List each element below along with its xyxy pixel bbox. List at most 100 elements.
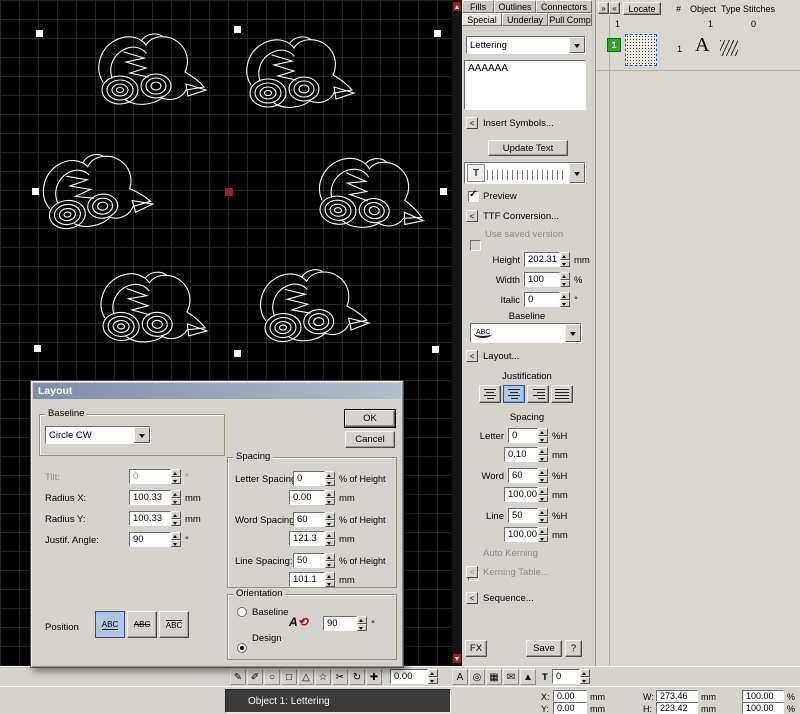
baseline-select[interactable]: ABC	[470, 323, 582, 343]
height-input[interactable]: 202.31	[524, 252, 560, 267]
dialog-title-bar[interactable]: Layout	[33, 383, 401, 399]
stitch-type-icon[interactable]	[720, 40, 738, 56]
fx-button[interactable]: FX	[465, 640, 487, 657]
lettering-object-icon[interactable]: A	[695, 34, 709, 57]
word-mm-input[interactable]: 100.00	[504, 487, 538, 502]
selection-handles[interactable]	[32, 26, 447, 357]
justify-full-button[interactable]	[551, 385, 573, 403]
radius-y-input[interactable]: 100.33	[129, 511, 171, 526]
tab-pull-comp[interactable]: Pull Comp	[548, 13, 592, 26]
tilt-input[interactable]: 0	[129, 469, 171, 484]
italic-input[interactable]: 0	[524, 292, 560, 307]
baseline-type-select[interactable]: Circle CW	[45, 426, 151, 444]
line-percent-input[interactable]: 50	[508, 508, 538, 523]
preview-checkbox[interactable]	[468, 191, 479, 202]
grid-tool-icon[interactable]: ▦	[486, 669, 502, 685]
rotation-center-marker[interactable]	[225, 188, 233, 196]
star-tool-icon[interactable]: ☆	[315, 669, 331, 685]
letter-percent-input[interactable]: 0	[508, 428, 538, 443]
insert-symbols-button[interactable]: Insert Symbols...	[483, 118, 554, 129]
canvas-vertical-scrollbar[interactable]	[452, 0, 462, 666]
collapse-right-icon[interactable]: »	[598, 2, 609, 14]
letter-mm-spinner[interactable]	[538, 447, 548, 462]
word-spacing-pct-spinner[interactable]	[325, 512, 335, 527]
object-thumbnail[interactable]	[625, 34, 657, 66]
justify-right-button[interactable]	[527, 385, 549, 403]
triangle-tool-icon[interactable]: △	[298, 669, 314, 685]
tab-fills[interactable]: Fills	[462, 0, 494, 13]
tab-outlines[interactable]: Outlines	[494, 0, 536, 13]
line-mm-spinner[interactable]	[538, 527, 548, 542]
layout-expander[interactable]: <	[466, 350, 478, 362]
line-percent-spinner[interactable]	[538, 508, 548, 523]
envelope-tool-icon[interactable]: ✉	[503, 669, 519, 685]
letter-spacing-pct-spinner[interactable]	[325, 471, 335, 486]
scroll-up-icon[interactable]	[453, 2, 461, 11]
word-mm-spinner[interactable]	[538, 487, 548, 502]
pencil-tool-icon[interactable]: ✎	[230, 669, 246, 685]
letter-mm-input[interactable]: 0.10	[504, 447, 538, 462]
ok-button[interactable]: OK	[345, 410, 395, 427]
radius-y-spinner[interactable]	[171, 511, 181, 526]
tab-underlay[interactable]: Underlay	[502, 13, 548, 26]
angle-spinner[interactable]	[428, 669, 438, 684]
width-input[interactable]: 100	[524, 272, 560, 287]
lettering-text-input[interactable]: AAAAAA	[464, 60, 586, 110]
word-percent-input[interactable]: 60	[508, 468, 538, 483]
chevron-down-icon[interactable]	[569, 37, 585, 53]
update-text-button[interactable]: Update Text	[488, 140, 568, 156]
locate-button[interactable]: Locate	[623, 2, 661, 15]
layout-button[interactable]: Layout...	[483, 351, 519, 362]
word-spacing-mm-input[interactable]: 121.3	[289, 531, 325, 546]
letter-spacing-mm-spinner[interactable]	[325, 490, 335, 505]
word-percent-spinner[interactable]	[538, 468, 548, 483]
position-top-button[interactable]: ABC	[159, 611, 189, 638]
justif-angle-spinner[interactable]	[171, 532, 181, 547]
orientation-angle-input[interactable]: 90	[323, 616, 357, 631]
triangle-up-tool-icon[interactable]: ▲	[520, 669, 536, 685]
kerning-table-button[interactable]: Kerning Table...	[483, 567, 549, 578]
tab-special[interactable]: Special	[462, 13, 502, 26]
collapse-left-icon[interactable]: «	[609, 2, 620, 14]
t-value-spinner[interactable]	[580, 669, 590, 684]
sequence-button[interactable]: Sequence...	[483, 593, 534, 604]
line-spacing-mm-input[interactable]: 101.1	[289, 572, 325, 587]
justify-center-button[interactable]	[503, 385, 525, 403]
word-spacing-mm-spinner[interactable]	[325, 531, 335, 546]
rect-tool-icon[interactable]: □	[281, 669, 297, 685]
italic-spinner[interactable]	[560, 292, 570, 307]
chevron-down-icon[interactable]	[134, 427, 150, 443]
rotate-tool-icon[interactable]: ↻	[349, 669, 365, 685]
orientation-design-radio[interactable]	[237, 643, 247, 653]
letter-spacing-pct-input[interactable]: 0	[293, 471, 325, 486]
orientation-angle-spinner[interactable]	[357, 616, 367, 631]
scroll-down-icon[interactable]	[453, 654, 461, 663]
insert-symbols-expander[interactable]: <	[466, 117, 478, 129]
justify-left-button[interactable]	[479, 385, 501, 403]
circle-tool-icon[interactable]: ○	[264, 669, 280, 685]
scissors-tool-icon[interactable]: ✂	[332, 669, 348, 685]
line-spacing-pct-input[interactable]: 50	[293, 553, 325, 568]
justif-angle-input[interactable]: 90	[129, 532, 171, 547]
chevron-down-icon[interactable]	[569, 163, 585, 183]
line-spacing-pct-spinner[interactable]	[325, 553, 335, 568]
position-middle-button[interactable]: ABC	[127, 611, 157, 638]
height-spinner[interactable]	[560, 252, 570, 267]
help-button[interactable]: ?	[565, 640, 582, 657]
radius-x-input[interactable]: 100.33	[129, 490, 171, 505]
width-spinner[interactable]	[560, 272, 570, 287]
add-tool-icon[interactable]: ✚	[366, 669, 382, 685]
letter-tool-icon[interactable]: A	[452, 669, 468, 685]
angle-input[interactable]: 0.00	[390, 669, 428, 684]
cancel-button[interactable]: Cancel	[345, 431, 395, 448]
ttf-conversion-button[interactable]: TTF Conversion...	[483, 211, 559, 222]
t-value-input[interactable]: 0	[552, 669, 580, 684]
line-spacing-mm-spinner[interactable]	[325, 572, 335, 587]
letter-spacing-mm-input[interactable]: 0.00	[289, 490, 325, 505]
target-tool-icon[interactable]: ◎	[469, 669, 485, 685]
orientation-baseline-radio[interactable]	[237, 607, 247, 617]
save-button[interactable]: Save	[526, 640, 562, 657]
font-preview-combo[interactable]: T	[464, 162, 586, 184]
position-baseline-button[interactable]: ABC	[95, 611, 125, 638]
pen-tool-icon[interactable]: ✐	[247, 669, 263, 685]
